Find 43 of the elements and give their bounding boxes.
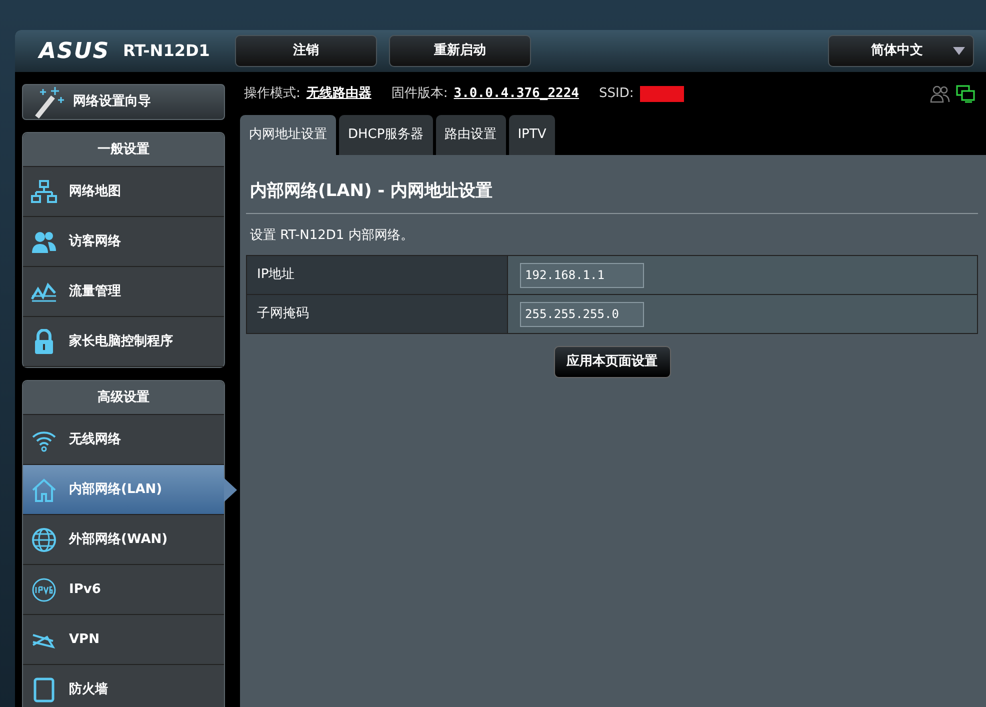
brand-logo: ASUS <box>39 38 111 66</box>
sidebar-item[interactable]: 访客网络 <box>23 217 224 267</box>
section-header: 高级设置 <box>23 381 224 415</box>
globe-icon <box>31 576 57 602</box>
description-text: 设置 RT-N12D1 内部网络。 <box>249 226 414 244</box>
wizard-label: 网络设置向导 <box>73 93 151 112</box>
panel-title: 内部网络(LAN) - 内网地址设置 <box>246 169 978 214</box>
tab[interactable]: 内网地址设置 <box>240 115 336 155</box>
apply-button[interactable]: 应用本页面设置 <box>554 346 670 378</box>
sidebar-item[interactable]: 流量管理 <box>23 267 224 317</box>
tab[interactable]: IPTV <box>508 115 556 155</box>
redaction-block <box>640 86 684 102</box>
network-map-icon <box>31 178 57 204</box>
caret-icon <box>953 47 965 55</box>
label: SSID: <box>599 84 634 103</box>
header-button[interactable]: 重新启动 <box>389 35 531 67</box>
model-name: RT-N12D1 <box>123 40 211 62</box>
sidebar-item[interactable]: 外部网络(WAN) <box>23 515 224 565</box>
mode-link[interactable]: 无线路由器 <box>306 84 372 104</box>
label: 固件版本: <box>391 84 448 103</box>
sidebar-item[interactable]: 防火墙 <box>23 665 224 707</box>
magic-wand-icon <box>33 85 65 119</box>
wizard-button[interactable]: 网络设置向导 <box>22 84 225 120</box>
house-icon <box>31 476 57 502</box>
monitor-icon[interactable] <box>956 84 976 102</box>
tab[interactable]: 路由设置 <box>436 115 506 155</box>
square-icon <box>31 676 57 702</box>
tab[interactable]: DHCP服务器 <box>339 115 433 155</box>
section-header: 一般设置 <box>23 133 224 167</box>
sidebar-item[interactable]: 家长电脑控制程序 <box>23 317 224 367</box>
language-dropdown[interactable]: 简体中文 <box>828 35 974 67</box>
input-field[interactable]: 255.255.255.0 <box>520 302 644 326</box>
sidebar-item[interactable]: VPN <box>23 615 224 665</box>
globe-icon <box>31 526 57 552</box>
people-icon[interactable] <box>930 84 950 102</box>
header-button[interactable]: 注销 <box>235 35 377 67</box>
sidebar-item[interactable]: IPv6 <box>23 565 224 615</box>
label: 操作模式: <box>244 84 300 103</box>
field-label: IP地址 <box>246 256 508 294</box>
field-label: 子网掩码 <box>246 294 508 334</box>
sidebar-item[interactable]: 网络地图 <box>23 167 224 217</box>
input-field[interactable]: 192.168.1.1 <box>520 262 644 288</box>
firmware-link[interactable]: 3.0.0.4.376_2224 <box>454 84 580 104</box>
